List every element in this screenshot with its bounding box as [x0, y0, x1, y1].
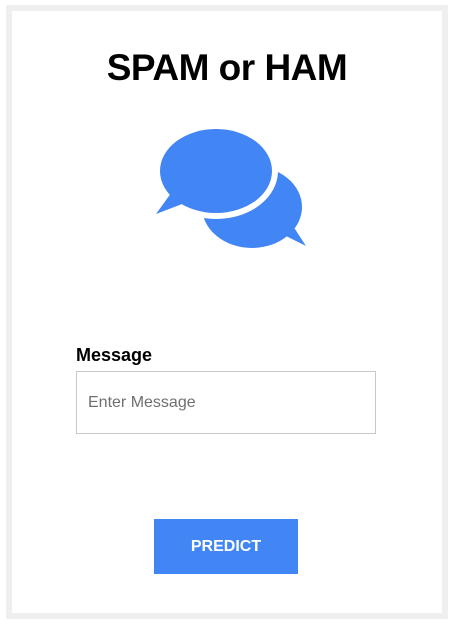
message-input[interactable] — [76, 371, 376, 434]
chat-bubbles-icon — [154, 123, 310, 251]
app-card: SPAM or HAM Message PREDICT — [6, 5, 448, 619]
predict-button[interactable]: PREDICT — [154, 519, 298, 574]
message-label: Message — [76, 345, 153, 365]
page-title: SPAM or HAM — [106, 47, 348, 88]
